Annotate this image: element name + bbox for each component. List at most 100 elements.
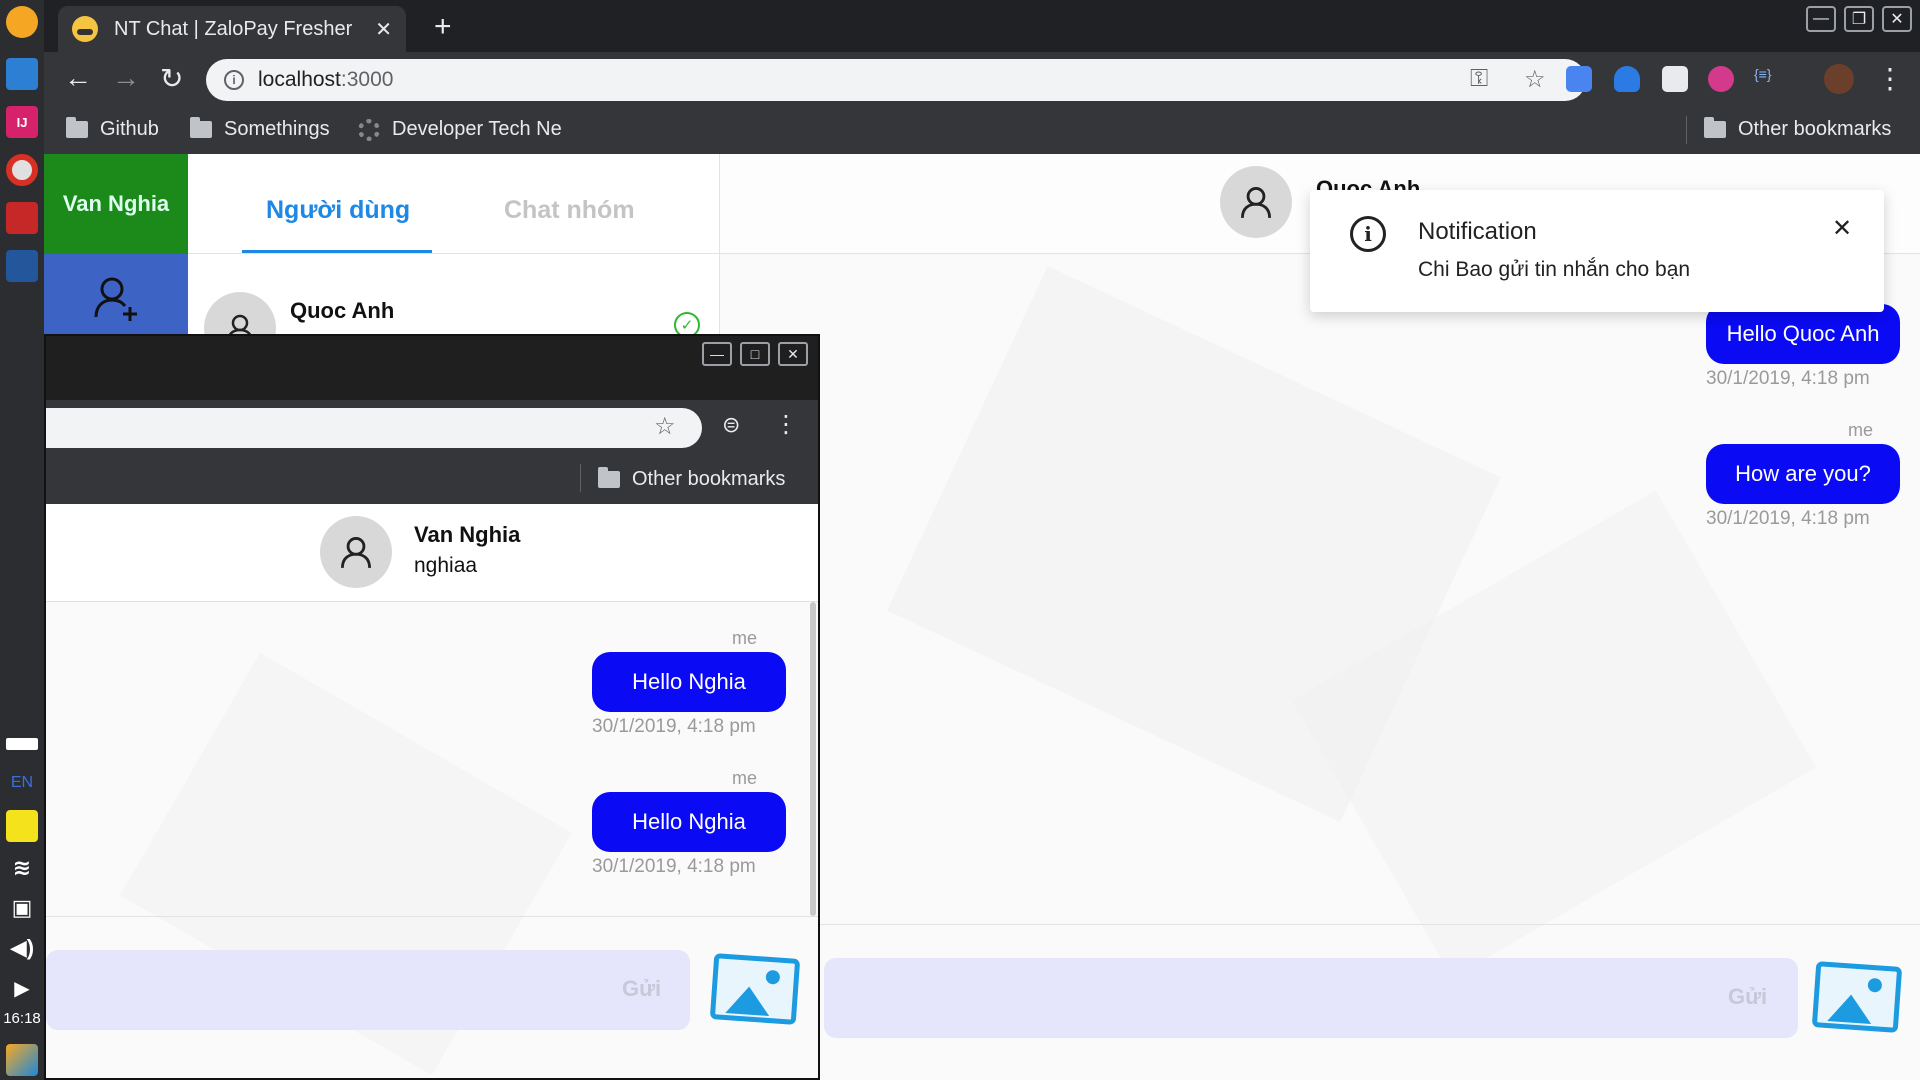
close-window-icon[interactable]: ✕	[778, 342, 808, 366]
other-bookmarks[interactable]: Other bookmarks	[598, 467, 786, 491]
browser-tab-strip: NT Chat | ZaloPay Fresher ✕ + — ❐ ✕	[44, 0, 1920, 52]
scrollbar[interactable]	[810, 602, 816, 916]
sidebar-tabs: Người dùng Chat nhóm	[188, 154, 720, 254]
send-button[interactable]: Gửi	[1728, 984, 1767, 1010]
volume-icon[interactable]: ◀)	[6, 932, 38, 964]
intellij-icon[interactable]: IJ	[6, 106, 38, 138]
restore-icon[interactable]: ❐	[1844, 6, 1874, 32]
bookmark-label: Developer Tech Ne	[392, 118, 562, 140]
app-menu-icon[interactable]	[6, 1044, 38, 1076]
bookmark-developer-tech[interactable]: Developer Tech Ne	[358, 118, 562, 141]
file-manager-icon[interactable]	[6, 58, 38, 90]
battery-icon[interactable]	[6, 738, 38, 750]
chat-app: Van Nghia nghiaa me Hello Nghia 30/1/201…	[46, 504, 818, 1078]
reload-icon[interactable]: ↻	[160, 62, 183, 95]
message-timestamp: 30/1/2019, 4:18 pm	[592, 716, 756, 737]
extension-icon[interactable]	[1662, 66, 1688, 92]
second-browser-window: — □ ✕ ☆ ⊜ ⋮ Other bookmarks Van Nghia ng…	[44, 334, 820, 1080]
message-timestamp: 30/1/2019, 4:18 pm	[592, 856, 756, 877]
tab-close-icon[interactable]: ✕	[375, 17, 392, 42]
peer-name: Van Nghia	[414, 522, 521, 547]
expand-tray-icon[interactable]: ▶	[6, 972, 38, 1004]
send-button[interactable]: Gửi	[622, 976, 661, 1002]
url-port: :3000	[340, 68, 394, 91]
bookmark-somethings[interactable]: Somethings	[190, 117, 330, 141]
composer-divider	[720, 924, 1920, 925]
minimize-icon[interactable]: —	[1806, 6, 1836, 32]
message-input[interactable]	[824, 958, 1798, 1038]
minimize-icon[interactable]: —	[702, 342, 732, 366]
tab-title: NT Chat | ZaloPay Fresher	[114, 17, 353, 40]
message-sender: me	[732, 628, 758, 648]
address-bar[interactable]: i localhost:3000 ⚿ ☆	[206, 59, 1586, 101]
composer-divider	[46, 916, 818, 917]
address-bar[interactable]: ☆	[46, 408, 702, 448]
bookmark-label: Other bookmarks	[1738, 118, 1892, 140]
back-icon[interactable]: ←	[64, 62, 92, 94]
message-input[interactable]	[46, 950, 690, 1030]
user-icon	[340, 536, 372, 568]
site-info-icon[interactable]: i	[224, 70, 244, 90]
message-sender: me	[732, 768, 758, 788]
bookmark-star-icon[interactable]: ☆	[654, 412, 676, 441]
browser-toolbar: ☆ ⊜ ⋮	[46, 400, 818, 454]
message-bubble: Hello Quoc Anh	[1706, 304, 1900, 364]
chat-header: Van Nghia nghiaa	[46, 504, 818, 602]
message-bubble: Hello Nghia	[592, 652, 786, 712]
info-icon: i	[1350, 216, 1386, 252]
close-window-icon[interactable]: ✕	[1882, 6, 1912, 32]
json-extension-icon[interactable]: {≡}	[1754, 66, 1780, 92]
keyboard-language[interactable]: EN	[0, 774, 44, 792]
bookmark-separator	[580, 464, 581, 492]
current-user-tile[interactable]: Van Nghia	[44, 154, 188, 254]
clock: 16:18	[3, 1010, 41, 1027]
folder-icon	[1704, 117, 1726, 138]
forward-icon[interactable]: →	[112, 62, 140, 94]
profile-avatar[interactable]	[1824, 64, 1854, 94]
bookmark-star-icon[interactable]: ☆	[1524, 65, 1546, 94]
chrome-icon[interactable]	[6, 154, 38, 186]
notes-icon[interactable]	[6, 810, 38, 842]
pacman-launcher-icon[interactable]	[6, 6, 38, 38]
cloud-extension-icon[interactable]	[1614, 66, 1640, 92]
incognito-icon[interactable]: ⊜	[722, 412, 740, 438]
browser-menu-icon[interactable]: ⋮	[1876, 62, 1904, 95]
site-favicon-icon	[72, 16, 98, 42]
message-bubble: How are you?	[1706, 444, 1900, 504]
tab-group-chat[interactable]: Chat nhóm	[504, 196, 635, 225]
message-sender: me	[1848, 420, 1874, 440]
wifi-icon[interactable]: ≋	[6, 852, 38, 884]
image-upload-icon[interactable]	[1811, 961, 1903, 1033]
new-tab-icon[interactable]: +	[434, 10, 452, 44]
bookmarks-bar: Github Somethings Developer Tech Ne Othe…	[44, 106, 1920, 154]
bookmark-label: Github	[100, 118, 159, 140]
add-user-icon	[94, 277, 137, 321]
color-picker-extension-icon[interactable]	[1708, 66, 1734, 92]
translate-extension-icon[interactable]	[1566, 66, 1592, 92]
message-bubble: Hello Nghia	[592, 792, 786, 852]
folder-icon	[66, 117, 88, 138]
browser-menu-icon[interactable]: ⋮	[774, 410, 798, 439]
terminal-icon[interactable]	[6, 202, 38, 234]
tab-users[interactable]: Người dùng	[266, 196, 410, 225]
gear-icon	[358, 118, 380, 141]
peer-avatar	[320, 516, 392, 588]
notification-close-icon[interactable]: ✕	[1832, 214, 1852, 243]
browser-tab[interactable]: NT Chat | ZaloPay Fresher ✕	[58, 6, 406, 52]
image-upload-icon[interactable]	[709, 953, 801, 1025]
bookmark-label: Somethings	[224, 118, 330, 140]
active-tab-indicator	[242, 250, 432, 253]
message-timestamp: 30/1/2019, 4:18 pm	[1706, 368, 1870, 389]
bookmark-github[interactable]: Github	[66, 117, 159, 141]
key-icon[interactable]: ⚿	[1470, 65, 1488, 93]
add-friend-button[interactable]	[44, 254, 188, 344]
contact-name[interactable]: Quoc Anh	[290, 298, 394, 324]
lock-icon[interactable]: ▣	[6, 892, 38, 924]
os-taskbar: IJ EN ≋ ▣ ◀) ▶ 16:18	[0, 0, 44, 1080]
vscode-icon[interactable]	[6, 250, 38, 282]
bookmark-separator	[1686, 116, 1687, 144]
other-bookmarks[interactable]: Other bookmarks	[1704, 117, 1892, 141]
maximize-icon[interactable]: □	[740, 342, 770, 366]
bookmark-label: Other bookmarks	[632, 468, 786, 490]
url-host: localhost	[258, 68, 341, 91]
